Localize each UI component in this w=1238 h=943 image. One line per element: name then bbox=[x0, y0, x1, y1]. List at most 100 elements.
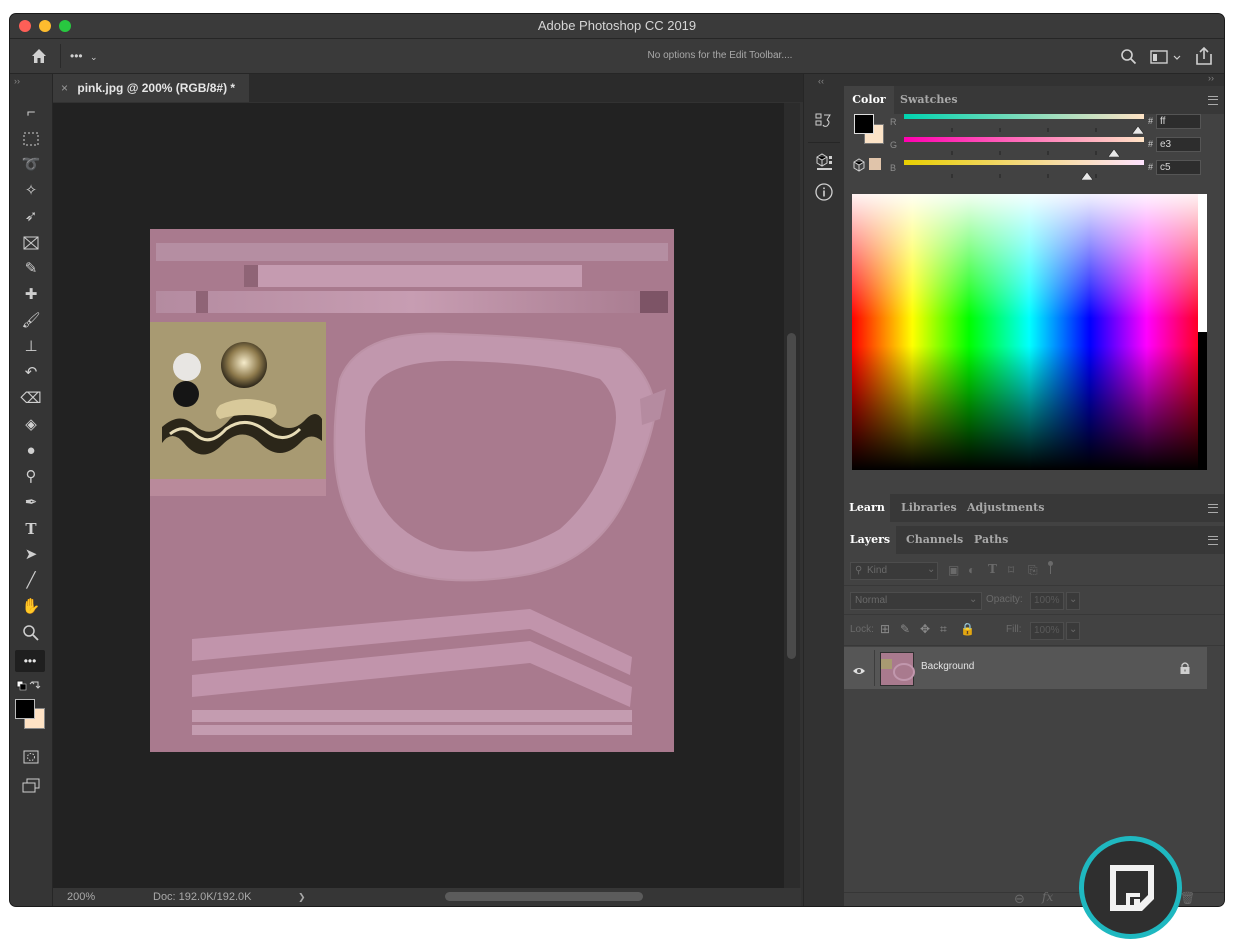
lock-position-icon[interactable]: ✥ bbox=[920, 622, 930, 636]
blur-tool-icon[interactable]: ● bbox=[15, 440, 47, 462]
frame-tool-icon[interactable] bbox=[15, 232, 47, 254]
hex-input-b[interactable]: c5 bbox=[1156, 160, 1201, 175]
default-colors-icon[interactable] bbox=[16, 678, 46, 692]
slider-r-ticks bbox=[904, 119, 1144, 132]
3d-panel-icon[interactable] bbox=[814, 152, 834, 172]
visibility-eye-icon[interactable] bbox=[852, 663, 866, 674]
panel-menu-icon[interactable] bbox=[1208, 536, 1218, 545]
opacity-input[interactable]: 100% bbox=[1030, 592, 1064, 610]
window-title: Adobe Photoshop CC 2019 bbox=[537, 18, 697, 33]
link-layers-icon[interactable]: ⊖ bbox=[1014, 891, 1025, 906]
stamp-tool-icon[interactable]: ⊥ bbox=[15, 336, 47, 358]
fill-input[interactable]: 100% bbox=[1030, 622, 1064, 640]
home-icon[interactable] bbox=[28, 46, 50, 66]
fill-dropdown[interactable]: ⌄ bbox=[1066, 622, 1080, 640]
layer-name[interactable]: Background bbox=[921, 661, 974, 672]
dodge-tool-icon[interactable]: ⚲ bbox=[15, 466, 47, 488]
tab-color[interactable]: Color bbox=[844, 86, 894, 114]
cursor-highlight bbox=[1079, 836, 1182, 939]
options-bar: ••• ⌄ No options for the Edit Toolbar...… bbox=[10, 39, 1224, 74]
filter-kind-select[interactable]: ⚲ Kind ⌄ bbox=[850, 562, 938, 580]
collapse-dock-icon[interactable]: ›› bbox=[1208, 73, 1214, 83]
canvas-area[interactable] bbox=[53, 103, 784, 888]
lock-all-icon[interactable]: 🔒 bbox=[960, 622, 975, 636]
gamut-swatch[interactable] bbox=[869, 158, 881, 170]
hand-tool-icon[interactable]: ✋ bbox=[15, 596, 47, 618]
share-icon[interactable] bbox=[1194, 46, 1214, 66]
type-filter-icon[interactable]: T bbox=[988, 562, 997, 576]
collapse-panels-icon[interactable]: ‹‹ bbox=[818, 76, 824, 86]
layer-divider bbox=[874, 650, 875, 686]
eyedropper-alt-icon[interactable]: ➶ bbox=[15, 206, 47, 228]
tab-channels[interactable]: Channels bbox=[906, 526, 963, 554]
magic-wand-icon[interactable]: ✧ bbox=[15, 180, 47, 202]
adjustment-filter-icon[interactable]: ◐ bbox=[968, 563, 975, 577]
paint-bucket-icon[interactable]: ◈ bbox=[15, 414, 47, 436]
history-panel-icon[interactable] bbox=[814, 110, 834, 130]
learn-panel-header: Learn Libraries Adjustments bbox=[844, 494, 1224, 522]
hex-input-r[interactable]: ff bbox=[1156, 114, 1201, 129]
pixel-filter-icon[interactable]: ▣ bbox=[948, 563, 959, 577]
info-icon[interactable] bbox=[814, 182, 834, 202]
pen-tool-icon[interactable]: ✒ bbox=[15, 492, 47, 514]
workspace-switcher-icon[interactable] bbox=[1150, 48, 1184, 66]
vertical-scroll-thumb[interactable] bbox=[787, 333, 796, 659]
healing-brush-icon[interactable]: ✚ bbox=[15, 284, 47, 306]
slider-b-thumb[interactable] bbox=[1080, 167, 1094, 181]
screen-mode-icon[interactable] bbox=[15, 774, 47, 796]
status-menu-arrow[interactable]: ❯ bbox=[298, 888, 306, 906]
opacity-dropdown[interactable]: ⌄ bbox=[1066, 592, 1080, 610]
search-icon[interactable] bbox=[1120, 48, 1138, 66]
new-layer-icon[interactable] bbox=[1104, 861, 1158, 915]
color-spectrum[interactable] bbox=[852, 194, 1207, 470]
zoom-tool-icon[interactable] bbox=[15, 622, 47, 644]
history-brush-icon[interactable]: ↶ bbox=[15, 362, 47, 384]
panel-menu-icon[interactable] bbox=[1208, 96, 1218, 105]
shape-filter-icon[interactable]: ⌑ bbox=[1008, 563, 1014, 577]
foreground-color-swatch[interactable] bbox=[15, 699, 35, 719]
lasso-tool-icon[interactable]: ➰ bbox=[15, 154, 47, 176]
tab-paths[interactable]: Paths bbox=[974, 526, 1008, 554]
more-tools-dropdown[interactable]: ••• ⌄ bbox=[70, 47, 118, 65]
brush-tool-icon[interactable]: 🖌 bbox=[15, 310, 47, 332]
lock-brush-icon[interactable]: ✎ bbox=[900, 622, 910, 636]
tab-layers[interactable]: Layers bbox=[844, 526, 896, 554]
slider-r-thumb[interactable] bbox=[1131, 121, 1145, 135]
smart-object-filter-icon[interactable]: ⎘ bbox=[1028, 563, 1038, 578]
slider-g-thumb[interactable] bbox=[1107, 144, 1121, 158]
document-tab[interactable]: × pink.jpg @ 200% (RGB/8#) * bbox=[53, 74, 249, 102]
marquee-tool-icon[interactable] bbox=[15, 128, 47, 150]
more-label: ••• bbox=[70, 49, 83, 63]
crop-tool-icon[interactable]: ⌐ bbox=[15, 102, 47, 124]
type-tool-icon[interactable]: T bbox=[15, 518, 47, 540]
layer-row[interactable]: Background bbox=[844, 647, 1207, 689]
edit-toolbar-button[interactable]: ••• bbox=[15, 650, 45, 672]
layer-lock-icon[interactable] bbox=[1179, 661, 1191, 675]
quick-mask-icon[interactable] bbox=[15, 746, 47, 768]
vertical-scrollbar[interactable] bbox=[784, 103, 800, 888]
photoshop-window: Adobe Photoshop CC 2019 ••• ⌄ No options… bbox=[10, 14, 1224, 906]
zoom-level[interactable]: 200% bbox=[67, 888, 95, 906]
hex-input-g[interactable]: e3 bbox=[1156, 137, 1201, 152]
delete-layer-icon[interactable]: 🗑 bbox=[1180, 891, 1195, 905]
eraser-tool-icon[interactable]: ⌫ bbox=[15, 388, 47, 410]
blend-mode-select[interactable]: Normal ⌄ bbox=[850, 592, 982, 610]
opacity-label: Opacity: bbox=[986, 594, 1023, 605]
tab-swatches[interactable]: Swatches bbox=[900, 86, 958, 114]
tab-adjustments[interactable]: Adjustments bbox=[967, 494, 1044, 522]
expand-panel-icon[interactable]: ›› bbox=[14, 76, 20, 86]
eyedropper-icon[interactable]: ✎ bbox=[15, 258, 47, 280]
layer-effects-icon[interactable]: fx bbox=[1042, 890, 1053, 904]
panel-menu-icon[interactable] bbox=[1208, 504, 1218, 513]
tab-learn[interactable]: Learn bbox=[844, 494, 890, 522]
lock-pixels-icon[interactable]: ⊞ bbox=[880, 622, 890, 636]
path-selection-icon[interactable]: ➤ bbox=[15, 544, 47, 566]
close-document-icon[interactable]: × bbox=[61, 81, 68, 95]
horizontal-scroll-thumb[interactable] bbox=[445, 892, 643, 901]
fill-value: 100% bbox=[1034, 625, 1060, 636]
lock-artboard-icon[interactable]: ⌗ bbox=[940, 622, 947, 637]
line-tool-icon[interactable]: ╱ bbox=[15, 570, 47, 592]
fg-color-chip[interactable] bbox=[854, 114, 874, 134]
tab-libraries[interactable]: Libraries bbox=[901, 494, 957, 522]
slider-b-ticks bbox=[904, 165, 1144, 178]
